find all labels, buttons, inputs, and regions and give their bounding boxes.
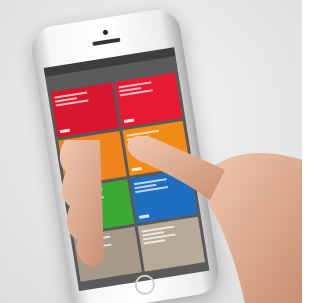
app-tile[interactable]	[58, 130, 127, 186]
camera-icon	[102, 29, 108, 36]
app-tile[interactable]	[121, 120, 190, 176]
app-tile[interactable]	[137, 216, 206, 272]
photo-scene	[0, 0, 302, 303]
app-tile[interactable]	[50, 82, 119, 138]
app-tile[interactable]	[129, 168, 198, 224]
app-tile[interactable]	[73, 227, 142, 282]
app-tile[interactable]	[65, 178, 134, 234]
app-tile[interactable]	[114, 72, 183, 128]
